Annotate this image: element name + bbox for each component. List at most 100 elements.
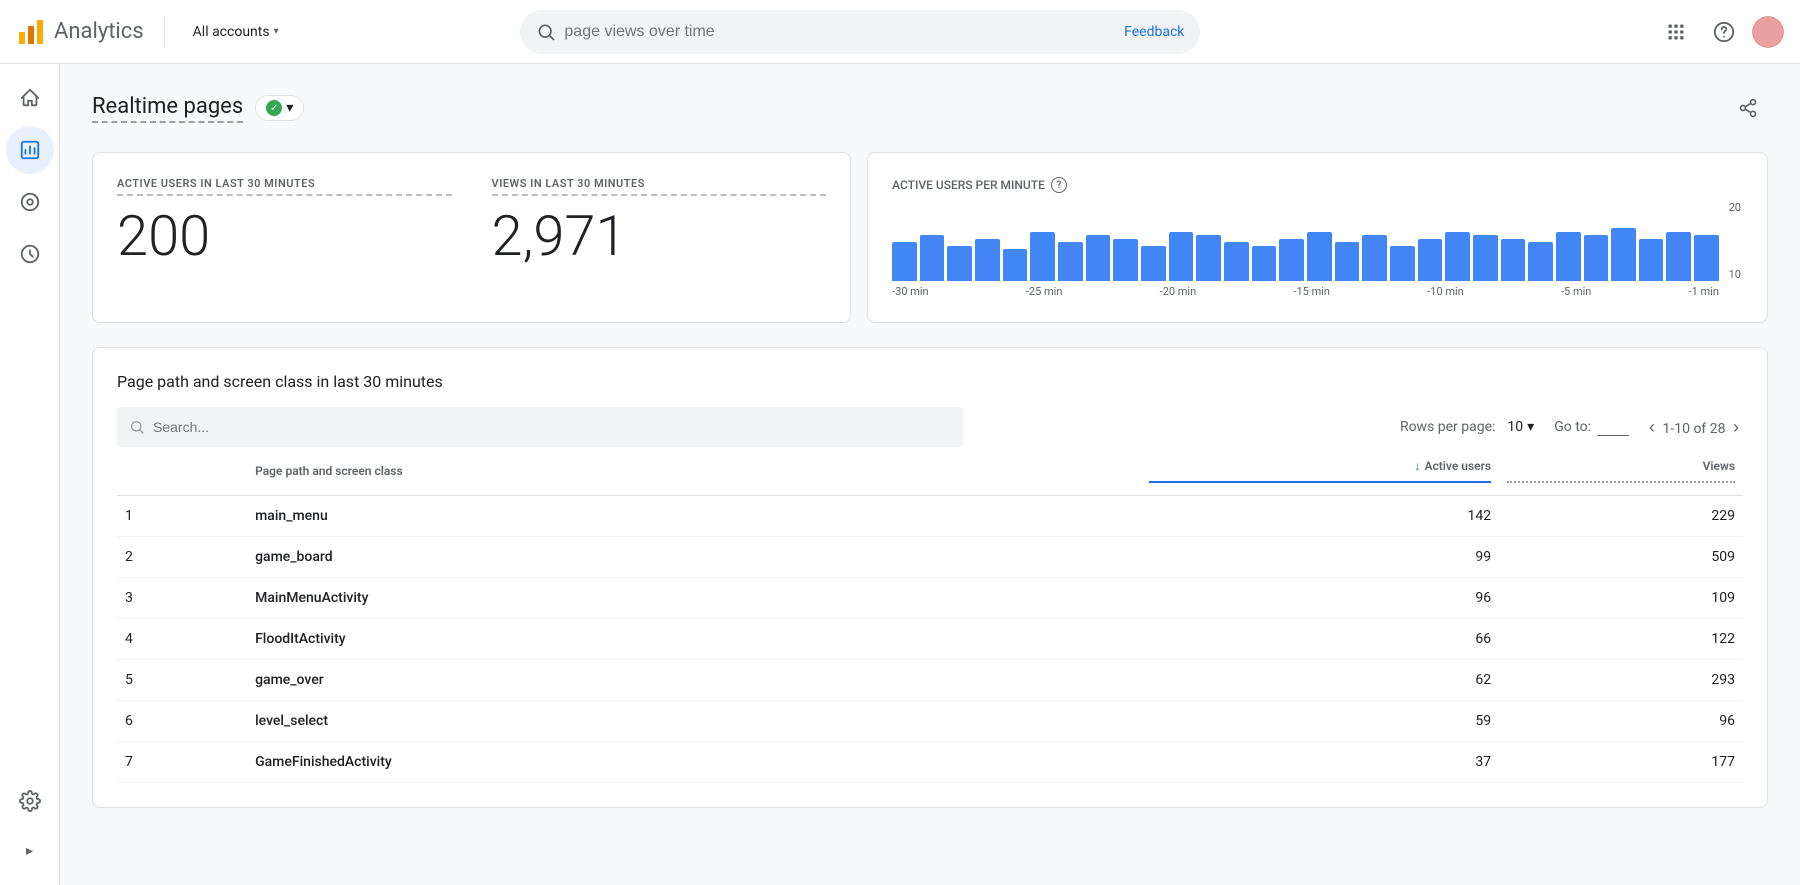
table-body: 1 main_menu 142 229 2 game_board 99 509 … bbox=[117, 496, 1743, 783]
settings-icon bbox=[19, 790, 41, 812]
col-header-path[interactable]: Page path and screen class bbox=[247, 447, 1141, 496]
chart-bar bbox=[1141, 246, 1166, 281]
chart-bar bbox=[1030, 232, 1055, 281]
chart-label: ACTIVE USERS PER MINUTE ? bbox=[892, 177, 1743, 193]
chart-x-label: -5 min bbox=[1561, 285, 1591, 298]
chart-bar bbox=[1003, 249, 1028, 281]
reports-icon bbox=[19, 139, 41, 161]
goto-label: Go to: bbox=[1554, 419, 1591, 435]
row-active-users: 96 bbox=[1141, 578, 1499, 619]
goto-wrap: Go to: 1 bbox=[1554, 419, 1629, 436]
row-path[interactable]: FloodItActivity bbox=[247, 619, 1141, 660]
chart-bar bbox=[1418, 239, 1443, 281]
pagination-info: ‹ 1-10 of 28 › bbox=[1645, 413, 1743, 442]
nav-right bbox=[1656, 12, 1784, 52]
row-path[interactable]: MainMenuActivity bbox=[247, 578, 1141, 619]
user-avatar[interactable] bbox=[1752, 16, 1784, 48]
row-path[interactable]: GameFinishedActivity bbox=[247, 742, 1141, 783]
sidebar-collapse-btn[interactable]: ▸ bbox=[6, 827, 54, 875]
account-label: All accounts bbox=[193, 24, 270, 40]
col-header-views[interactable]: Views bbox=[1499, 447, 1743, 496]
home-icon bbox=[19, 87, 41, 109]
chart-bar bbox=[1279, 239, 1304, 281]
search-bar: page views over time Feedback bbox=[520, 10, 1200, 54]
chart-bar bbox=[1086, 235, 1111, 281]
goto-input[interactable]: 1 bbox=[1597, 419, 1629, 436]
chart-bar bbox=[1224, 242, 1249, 281]
feedback-link[interactable]: Feedback bbox=[1124, 24, 1184, 40]
pagination-range: 1-10 of 28 bbox=[1663, 421, 1726, 437]
row-num: 6 bbox=[117, 701, 247, 742]
share-button[interactable] bbox=[1728, 88, 1768, 128]
table-row: 2 game_board 99 509 bbox=[117, 537, 1743, 578]
table-search-input[interactable] bbox=[153, 419, 951, 435]
row-views: 509 bbox=[1499, 537, 1743, 578]
sort-down-icon: ↓ bbox=[1415, 459, 1421, 473]
row-views: 122 bbox=[1499, 619, 1743, 660]
row-active-users: 142 bbox=[1141, 496, 1499, 537]
row-path[interactable]: main_menu bbox=[247, 496, 1141, 537]
chart-help-icon[interactable]: ? bbox=[1051, 177, 1067, 193]
logo-link[interactable]: Analytics bbox=[16, 17, 144, 47]
views-value: 2,971 bbox=[492, 208, 827, 264]
sidebar-item-home[interactable] bbox=[6, 74, 54, 122]
chart-x-label: -15 min bbox=[1293, 285, 1330, 298]
chart-bar bbox=[1584, 235, 1609, 281]
views-section: VIEWS IN LAST 30 MINUTES 2,971 bbox=[492, 177, 827, 298]
data-table: Page path and screen class ↓ Active user… bbox=[117, 447, 1743, 783]
table-controls: Rows per page: 10 ▾ Go to: 1 ‹ 1-10 of 2… bbox=[117, 407, 1743, 447]
chart-bar bbox=[1556, 232, 1581, 281]
sidebar-item-reports[interactable] bbox=[6, 126, 54, 174]
views-label: VIEWS IN LAST 30 MINUTES bbox=[492, 177, 827, 196]
sidebar-bottom: ▸ bbox=[6, 775, 54, 877]
rows-per-page: Rows per page: 10 ▾ bbox=[1400, 415, 1538, 439]
chart-bar bbox=[947, 246, 972, 281]
help-button[interactable] bbox=[1704, 12, 1744, 52]
search-input[interactable]: page views over time bbox=[564, 23, 1100, 41]
chart-bar bbox=[1390, 246, 1415, 281]
page-title-row: Realtime pages ✓ ▾ bbox=[92, 94, 304, 123]
row-views: 109 bbox=[1499, 578, 1743, 619]
sidebar-item-advertising[interactable] bbox=[6, 230, 54, 278]
nav-divider bbox=[164, 16, 165, 48]
rows-per-page-selector[interactable]: 10 ▾ bbox=[1503, 415, 1538, 439]
chart-x-label: -10 min bbox=[1427, 285, 1464, 298]
main-content: Realtime pages ✓ ▾ bbox=[60, 64, 1800, 885]
row-active-users: 66 bbox=[1141, 619, 1499, 660]
apps-icon bbox=[1666, 22, 1686, 42]
sidebar-item-settings[interactable] bbox=[6, 777, 54, 825]
apps-button[interactable] bbox=[1656, 12, 1696, 52]
app-body: ▸ Realtime pages ✓ ▾ bbox=[0, 64, 1800, 885]
col-header-active-users[interactable]: ↓ Active users bbox=[1141, 447, 1499, 496]
table-section-title: Page path and screen class in last 30 mi… bbox=[117, 372, 1743, 391]
app-title: Analytics bbox=[54, 19, 144, 44]
next-page-button[interactable]: › bbox=[1729, 413, 1743, 442]
chart-x-label: -1 min bbox=[1689, 285, 1719, 298]
chart-bars bbox=[892, 201, 1743, 281]
chart-bar bbox=[1528, 242, 1553, 281]
row-path[interactable]: game_over bbox=[247, 660, 1141, 701]
page-title: Realtime pages bbox=[92, 94, 243, 123]
active-users-label: ACTIVE USERS IN LAST 30 MINUTES bbox=[117, 177, 452, 196]
prev-page-button[interactable]: ‹ bbox=[1645, 413, 1659, 442]
metric-card-left: ACTIVE USERS IN LAST 30 MINUTES 200 VIEW… bbox=[92, 152, 851, 323]
row-views: 177 bbox=[1499, 742, 1743, 783]
row-path[interactable]: level_select bbox=[247, 701, 1141, 742]
chart-bar bbox=[892, 242, 917, 281]
advertising-icon bbox=[19, 243, 41, 265]
chart-bar bbox=[1666, 232, 1691, 281]
chart-y-labels: 20 10 bbox=[1729, 201, 1743, 281]
chevron-badge-icon: ▾ bbox=[286, 100, 293, 116]
chart-bar bbox=[1169, 232, 1194, 281]
status-badge[interactable]: ✓ ▾ bbox=[255, 95, 304, 121]
account-selector[interactable]: All accounts ▾ bbox=[185, 20, 287, 44]
share-icon bbox=[1738, 98, 1758, 118]
row-num: 3 bbox=[117, 578, 247, 619]
row-path[interactable]: game_board bbox=[247, 537, 1141, 578]
explore-icon bbox=[19, 191, 41, 213]
chart-bar bbox=[1445, 232, 1470, 281]
rows-per-page-label: Rows per page: bbox=[1400, 419, 1495, 435]
sidebar-item-explore[interactable] bbox=[6, 178, 54, 226]
chevron-down-icon: ▾ bbox=[274, 26, 279, 37]
table-section: Page path and screen class in last 30 mi… bbox=[92, 347, 1768, 808]
